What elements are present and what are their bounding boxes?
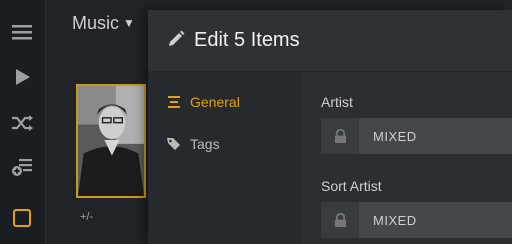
dialog-content: Artist MIXED Sort Artist MIXED bbox=[301, 72, 512, 244]
sidebar bbox=[0, 0, 46, 244]
section-title: Music bbox=[72, 13, 120, 33]
nav-general-label: General bbox=[190, 94, 240, 110]
nav-tags[interactable]: Tags bbox=[166, 133, 220, 155]
dialog-header: Edit 5 Items bbox=[148, 10, 512, 72]
menu-icon[interactable] bbox=[11, 21, 33, 43]
lock-icon bbox=[334, 128, 346, 143]
chevron-down-icon: ▼ bbox=[123, 16, 135, 30]
edit-dialog: Edit 5 Items General Tags Artist MIXED S… bbox=[148, 10, 512, 244]
pencil-icon bbox=[169, 30, 185, 46]
dialog-title: Edit 5 Items bbox=[194, 29, 300, 51]
sort-artist-lock-toggle[interactable] bbox=[321, 202, 359, 238]
rating-text: +/- bbox=[80, 211, 94, 223]
nav-general[interactable]: General bbox=[166, 91, 240, 113]
section-dropdown[interactable]: Music ▼ bbox=[72, 13, 135, 34]
artist-lock-toggle[interactable] bbox=[321, 118, 359, 154]
sort-artist-input[interactable]: MIXED bbox=[359, 202, 512, 238]
sort-artist-field: MIXED bbox=[321, 202, 512, 238]
dialog-nav: General Tags bbox=[148, 72, 301, 244]
shuffle-icon[interactable] bbox=[11, 112, 33, 134]
align-lines-icon bbox=[168, 96, 180, 108]
artist-field: MIXED bbox=[321, 118, 512, 154]
lock-icon bbox=[334, 212, 346, 227]
add-to-playlist-icon[interactable] bbox=[11, 156, 33, 178]
artist-input[interactable]: MIXED bbox=[359, 118, 512, 154]
tags-icon bbox=[167, 138, 180, 150]
play-icon[interactable] bbox=[11, 66, 33, 88]
nav-tags-label: Tags bbox=[190, 136, 220, 152]
sort-artist-label: Sort Artist bbox=[321, 178, 382, 194]
album-artwork[interactable] bbox=[76, 84, 146, 198]
select-checkbox-icon[interactable] bbox=[11, 207, 33, 229]
artist-label: Artist bbox=[321, 94, 353, 110]
